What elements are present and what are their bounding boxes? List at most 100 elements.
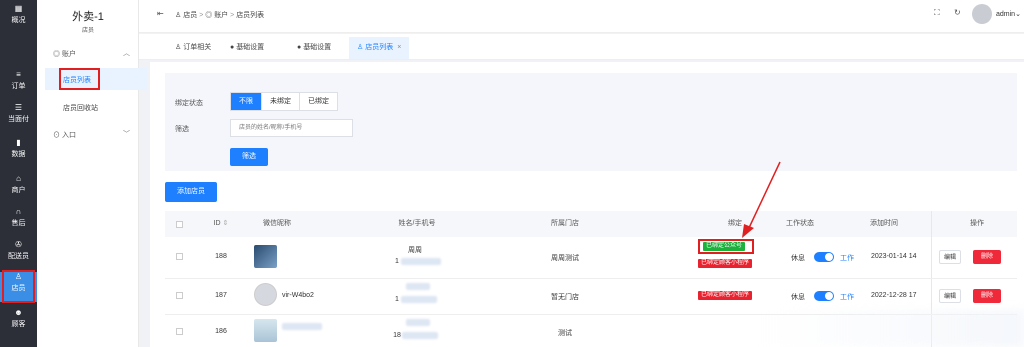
add-staff-button[interactable]: 添加店员 bbox=[165, 182, 217, 202]
user-circle-icon: ◎ bbox=[53, 51, 62, 58]
edit-button[interactable]: 编辑 bbox=[939, 250, 961, 264]
bind-option-unbound[interactable]: 未绑定 bbox=[262, 93, 300, 110]
tab-order[interactable]: ♙ 订单相关 bbox=[167, 37, 219, 59]
bind-status-group: 不限 未绑定 已绑定 bbox=[230, 92, 338, 111]
filter-panel: 绑定状态 不限未绑定已绑定 筛选 筛选 bbox=[165, 73, 1017, 171]
chevron-down-icon: ⌄ bbox=[1015, 11, 1021, 18]
row-checkbox[interactable] bbox=[176, 292, 183, 299]
row-work-label: 工作 bbox=[840, 294, 854, 301]
bind-option-bound[interactable]: 已绑定 bbox=[300, 93, 337, 110]
select-all-checkbox[interactable] bbox=[176, 221, 183, 228]
redacted-phone bbox=[401, 258, 441, 265]
breadcrumb-item: 店员列表 bbox=[236, 12, 265, 19]
row-nickname: vir-W4bo2 bbox=[282, 292, 314, 299]
breadcrumb-item[interactable]: 店员 bbox=[183, 12, 197, 19]
chevron-down-icon[interactable]: ﹀ bbox=[123, 129, 130, 139]
breadcrumb-item[interactable]: 账户 bbox=[214, 12, 228, 19]
bind-status-label: 绑定状态 bbox=[175, 100, 203, 107]
column-header-actions: 操作 bbox=[937, 211, 1017, 237]
refresh-icon[interactable]: ↻ bbox=[954, 8, 961, 17]
chart-icon: ▮ bbox=[16, 138, 21, 147]
search-input[interactable] bbox=[230, 119, 353, 137]
dashboard-icon: ▦ bbox=[14, 4, 23, 13]
fullscreen-icon[interactable]: ⛶ bbox=[934, 8, 940, 18]
highlight-box-subnav bbox=[59, 68, 100, 90]
row-store: 测试 bbox=[558, 330, 572, 337]
breadcrumb: ♙ 店员 > ◎ 账户 > 店员列表 bbox=[175, 12, 265, 19]
row-name: 周周 bbox=[408, 247, 422, 254]
column-header-add-time: 添加时间 bbox=[870, 211, 930, 237]
row-checkbox[interactable] bbox=[176, 328, 183, 335]
row-work-label: 工作 bbox=[840, 255, 854, 262]
top-bar: ⇤ ♙ 店员 > ◎ 账户 > 店员列表 ⛶ ↻ admin⌄ bbox=[139, 0, 1024, 33]
work-status-switch[interactable] bbox=[814, 291, 834, 301]
collapse-menu-icon[interactable]: ⇤ bbox=[157, 9, 164, 18]
column-header-nickname: 微信昵称 bbox=[245, 211, 309, 237]
delete-button[interactable]: 删除 bbox=[973, 289, 1001, 303]
column-header-id[interactable]: ID ⇕ bbox=[201, 211, 241, 237]
courier-icon: ✇ bbox=[15, 240, 22, 249]
avatar bbox=[254, 319, 277, 342]
column-header-name-phone: 姓名/手机号 bbox=[375, 211, 459, 237]
sidebar-item-data[interactable]: ▮ 数据 bbox=[0, 138, 37, 176]
user-circle-icon: ◎ bbox=[205, 12, 215, 19]
edit-button[interactable]: 编辑 bbox=[939, 289, 961, 303]
tab-basic-settings-2[interactable]: ● 基础设置 bbox=[289, 37, 339, 59]
avatar[interactable] bbox=[972, 4, 992, 24]
staff-icon: ♙ bbox=[357, 44, 366, 51]
target-icon: ⊙ bbox=[53, 132, 62, 139]
shop-icon: ⌂ bbox=[16, 174, 21, 183]
row-divider bbox=[165, 278, 1017, 279]
pay-icon: ☰ bbox=[14, 103, 23, 112]
sort-icon: ⇕ bbox=[220, 220, 229, 227]
row-add-time: 2022-12-28 17 bbox=[871, 292, 917, 299]
row-store: 暂无门店 bbox=[551, 294, 579, 301]
tag-bound-miniprogram: 已绑定顾客小程序 bbox=[698, 259, 753, 268]
watermark-overlay bbox=[760, 310, 1024, 347]
subnav-entry[interactable]: ⊙ 入口 bbox=[53, 130, 76, 140]
row-rest-label: 休息 bbox=[791, 255, 805, 262]
customer-icon: ☻ bbox=[14, 308, 23, 317]
row-checkbox[interactable] bbox=[176, 253, 183, 260]
filter-button[interactable]: 筛选 bbox=[230, 148, 268, 166]
tab-bar: ♙ 订单相关 ● 基础设置 ● 基础设置 ♙ 店员列表 × bbox=[139, 34, 1024, 60]
redacted-phone bbox=[402, 332, 438, 339]
redacted-name bbox=[406, 319, 430, 326]
row-phone: 18 bbox=[393, 332, 401, 339]
avatar bbox=[254, 283, 277, 306]
work-status-switch[interactable] bbox=[814, 252, 834, 262]
delete-button[interactable]: 删除 bbox=[973, 250, 1001, 264]
tab-staff-list[interactable]: ♙ 店员列表 × bbox=[349, 37, 410, 59]
row-store: 周周测试 bbox=[551, 255, 579, 262]
row-id: 187 bbox=[215, 292, 227, 299]
highlight-box-sidebar bbox=[2, 270, 35, 303]
redacted-name bbox=[406, 283, 430, 290]
avatar bbox=[254, 245, 277, 268]
order-icon: ≡ bbox=[16, 70, 21, 79]
tag-bound-miniprogram: 已绑定顾客小程序 bbox=[698, 291, 753, 300]
redacted-phone bbox=[401, 296, 437, 303]
close-icon[interactable]: × bbox=[397, 44, 401, 51]
sidebar-item-customer[interactable]: ☻ 顾客 bbox=[0, 308, 37, 346]
sidebar-item-pay[interactable]: ☰ 当面付 bbox=[0, 103, 37, 141]
annotation-arrow-icon bbox=[742, 161, 781, 238]
bind-option-all[interactable]: 不限 bbox=[231, 93, 262, 110]
brand-subtitle: 店员 bbox=[81, 28, 94, 34]
sub-navigation: 外卖-1 店员 ◎ 账户 ︿ 店员列表 店员回收站 ⊙ 入口 ﹀ bbox=[37, 0, 147, 347]
staff-icon: ♙ bbox=[175, 12, 184, 19]
row-phone: 1 bbox=[395, 296, 399, 303]
tab-basic-settings-1[interactable]: ● 基础设置 bbox=[222, 37, 272, 59]
subnav-item-recycle[interactable]: 店员回收站 bbox=[63, 103, 98, 113]
brand-title: 外卖-1 bbox=[72, 11, 104, 23]
headset-icon: ∩ bbox=[15, 207, 22, 216]
user-menu[interactable]: admin⌄ bbox=[996, 10, 1021, 18]
staff-icon: ♙ bbox=[175, 44, 184, 51]
sidebar-item-overview[interactable]: ▦ 概况 bbox=[0, 4, 37, 42]
row-id: 186 bbox=[215, 328, 227, 335]
row-id: 188 bbox=[215, 253, 227, 260]
row-phone: 1 bbox=[395, 258, 399, 265]
chevron-up-icon[interactable]: ︿ bbox=[123, 48, 130, 58]
subnav-group-account[interactable]: ◎ 账户 bbox=[53, 49, 76, 59]
filter-label: 筛选 bbox=[175, 126, 189, 133]
column-header-store: 所属门店 bbox=[495, 211, 635, 237]
